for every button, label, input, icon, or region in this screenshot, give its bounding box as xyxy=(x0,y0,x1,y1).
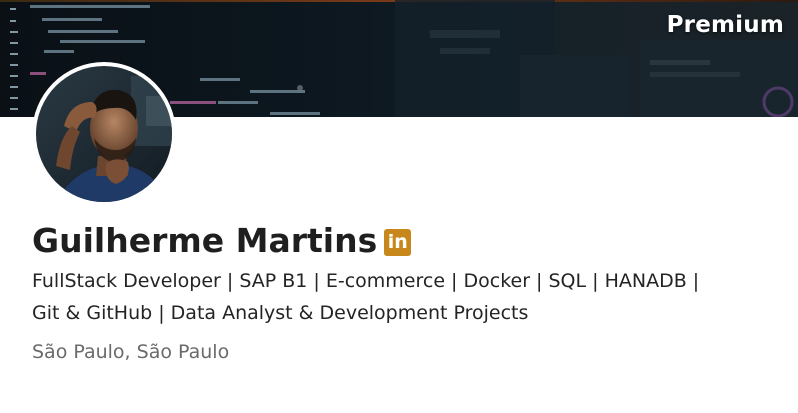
linkedin-icon[interactable]: in xyxy=(384,228,412,256)
headline-line-1: FullStack Developer | SAP B1 | E-commerc… xyxy=(32,270,700,292)
profile-card: Premium Guilherme Martins in FullStack D… xyxy=(0,0,798,413)
headline-line-2: Git & GitHub | Data Analyst & Developmen… xyxy=(32,302,529,324)
name-row: Guilherme Martins in xyxy=(32,218,412,264)
avatar[interactable] xyxy=(32,62,176,206)
linkedin-icon-label: in xyxy=(387,230,408,253)
profile-location: São Paulo, São Paulo xyxy=(32,341,230,363)
profile-headline: FullStack Developer | SAP B1 | E-commerc… xyxy=(32,265,777,329)
profile-photo xyxy=(36,66,172,202)
premium-badge: Premium xyxy=(666,12,784,38)
profile-name: Guilherme Martins xyxy=(32,221,378,260)
